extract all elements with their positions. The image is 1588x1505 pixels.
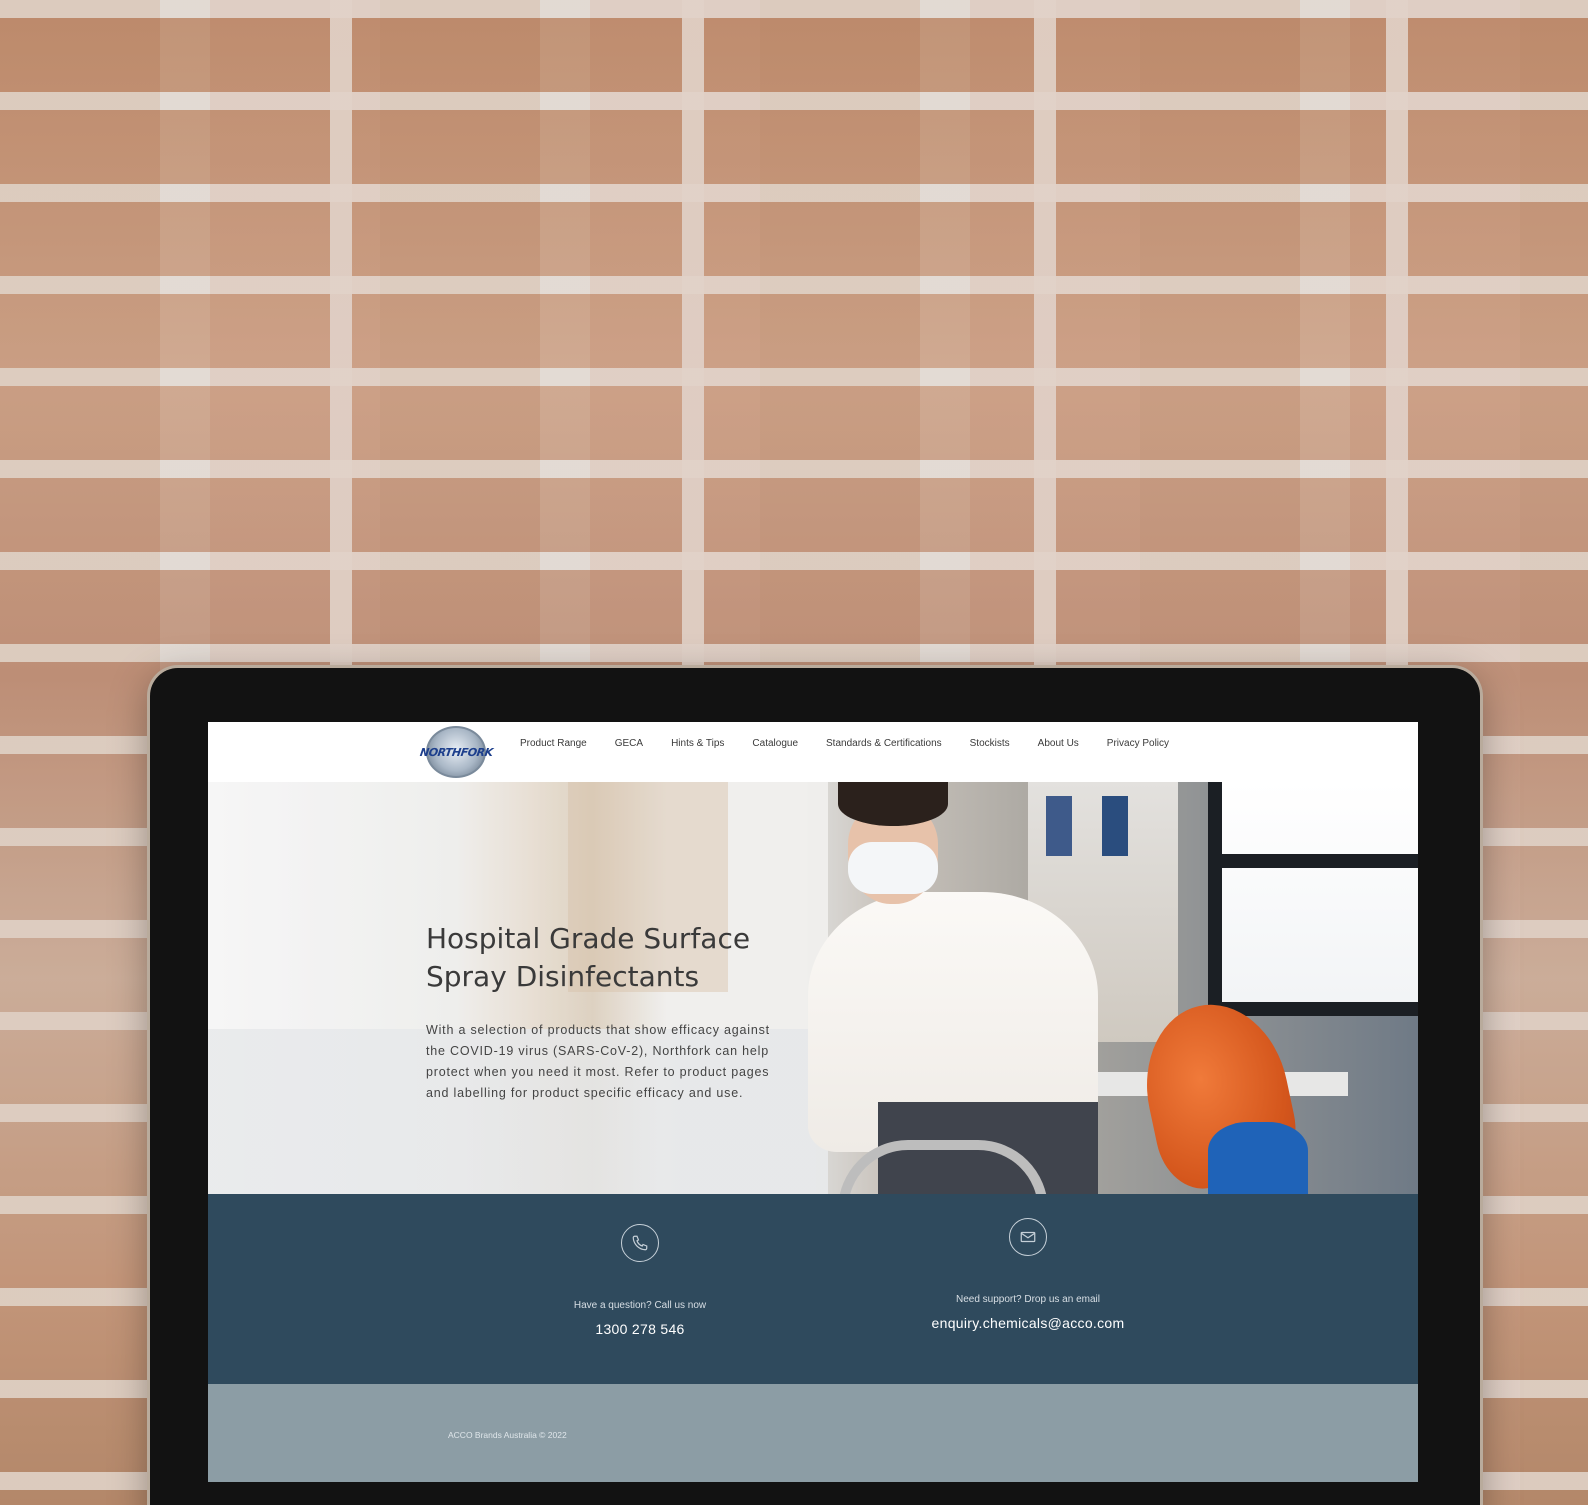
site-footer: ACCO Brands Australia © 2022 — [208, 1384, 1418, 1482]
hero-window — [1208, 782, 1418, 1016]
hero-blue-chair — [1208, 1122, 1308, 1194]
nav-menu: Product Range GECA Hints & Tips Catalogu… — [520, 738, 1169, 749]
northfork-logo[interactable]: NORTHFORK — [419, 726, 493, 778]
nav-item-about-us[interactable]: About Us — [1038, 738, 1079, 749]
contact-band: Have a question? Call us now 1300 278 54… — [208, 1194, 1418, 1384]
footer-copyright: ACCO Brands Australia © 2022 — [448, 1430, 567, 1440]
hero-banner: Hospital Grade Surface Spray Disinfectan… — [208, 782, 1418, 1194]
laptop-screen: NORTHFORK Product Range GECA Hints & Tip… — [208, 722, 1418, 1482]
hero-title-line-2: Spray Disinfectants — [426, 960, 700, 993]
phone-icon[interactable] — [621, 1224, 659, 1262]
contact-phone: Have a question? Call us now 1300 278 54… — [510, 1224, 770, 1337]
nav-item-stockists[interactable]: Stockists — [970, 738, 1010, 749]
logo-text: NORTHFORK — [418, 745, 494, 759]
nav-item-standards-certifications[interactable]: Standards & Certifications — [826, 738, 942, 749]
hero-text-block: Hospital Grade Surface Spray Disinfectan… — [426, 920, 826, 1104]
nav-item-catalogue[interactable]: Catalogue — [752, 738, 798, 749]
contact-phone-number[interactable]: 1300 278 546 — [510, 1321, 770, 1337]
nav-item-hints-tips[interactable]: Hints & Tips — [671, 738, 724, 749]
hero-window-frame — [1208, 854, 1418, 868]
nav-item-product-range[interactable]: Product Range — [520, 738, 587, 749]
nav-item-geca[interactable]: GECA — [615, 738, 643, 749]
envelope-icon[interactable] — [1009, 1218, 1047, 1256]
person-face-mask — [848, 842, 938, 894]
brick-wall-background: NORTHFORK Product Range GECA Hints & Tip… — [0, 0, 1588, 1505]
hero-description: With a selection of products that show e… — [426, 1023, 770, 1100]
person-hair — [838, 782, 948, 826]
contact-email-label: Need support? Drop us an email — [956, 1294, 1100, 1305]
hero-title-line-1: Hospital Grade Surface — [426, 922, 751, 955]
site-nav: NORTHFORK Product Range GECA Hints & Tip… — [208, 722, 1418, 782]
contact-email-address[interactable]: enquiry.chemicals@acco.com — [898, 1315, 1158, 1331]
contact-phone-label: Have a question? Call us now — [573, 1300, 707, 1311]
hero-person-cleaning — [808, 782, 1108, 1194]
hero-title: Hospital Grade Surface Spray Disinfectan… — [426, 920, 826, 996]
contact-email: Need support? Drop us an email enquiry.c… — [898, 1218, 1158, 1331]
nav-item-privacy-policy[interactable]: Privacy Policy — [1107, 738, 1169, 749]
